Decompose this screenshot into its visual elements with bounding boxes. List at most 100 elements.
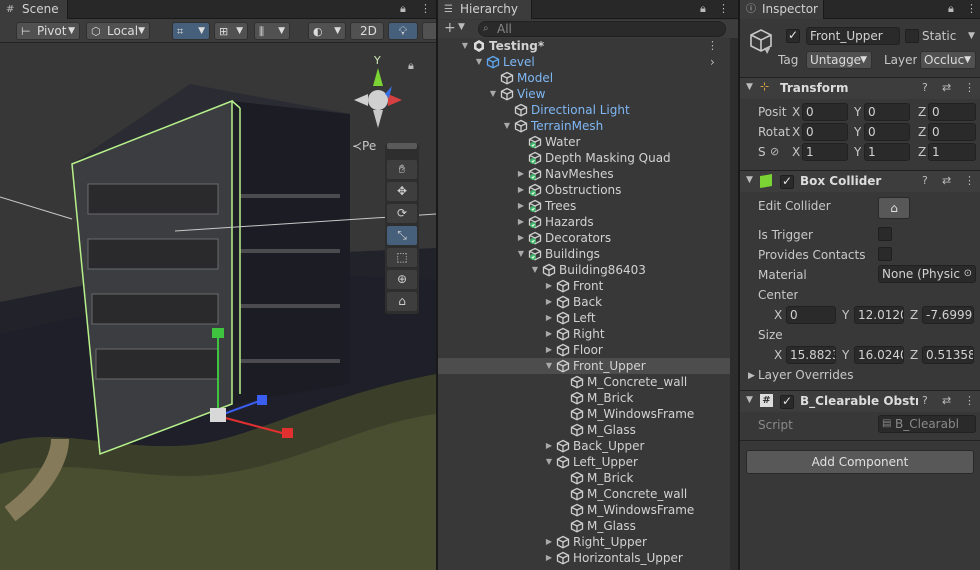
caret-right-icon[interactable]: ▶ <box>544 326 554 342</box>
hierarchy-item[interactable]: Depth Masking Quad <box>438 150 738 166</box>
edit-collider-button[interactable]: ⌂ <box>878 197 910 219</box>
increment-snap-button[interactable]: ⊞ ▼ <box>214 22 248 40</box>
hierarchy-item[interactable]: ▶ Horizontals_Upper <box>438 550 738 566</box>
inspector-tab[interactable]: ⓘ Inspector <box>740 0 824 19</box>
hierarchy-item[interactable]: ▼ Front_Upper <box>438 358 738 374</box>
size_vals-x-field[interactable]: 15.8823 <box>786 346 836 364</box>
add-component-button[interactable]: Add Component <box>746 450 974 474</box>
hierarchy-item[interactable]: M_WindowsFrame <box>438 502 738 518</box>
custom-tool-icon[interactable]: ⌂ <box>387 292 417 311</box>
hierarchy-item[interactable]: ▼ Testing* ⋮ <box>438 38 738 54</box>
more-icon[interactable]: ⋮ <box>718 2 729 15</box>
hierarchy-item[interactable]: M_Brick <box>438 470 738 486</box>
layer-overrides-label[interactable]: Layer Overrides <box>758 368 853 382</box>
transform-pos-x-field[interactable]: 0 <box>802 103 848 121</box>
size_vals-z-field[interactable]: 0.51358 <box>922 346 974 364</box>
overlay-handle[interactable] <box>387 143 417 149</box>
draw-mode-dropdown[interactable]: ◐ ▼ <box>308 22 346 40</box>
hierarchy-item[interactable]: M_WindowsFrame <box>438 406 738 422</box>
hand-tool-icon[interactable]: ✋︎ <box>387 160 417 179</box>
static-checkbox[interactable] <box>905 29 919 43</box>
center_vals-z-field[interactable]: -7.6999 <box>922 306 974 324</box>
hierarchy-item[interactable]: ▶ Back_Upper <box>438 438 738 454</box>
caret-down-icon[interactable]: ▼ <box>544 454 554 470</box>
help-icon[interactable]: ? <box>922 81 928 94</box>
material-field[interactable]: None (Physic ⊙ <box>878 265 976 283</box>
hierarchy-item[interactable]: ▶ Trees <box>438 198 738 214</box>
caret-right-icon[interactable]: ▶ <box>544 550 554 566</box>
hierarchy-search-input[interactable]: ⌕ All <box>478 21 726 37</box>
object-picker-icon[interactable]: ⊙ <box>964 266 972 282</box>
caret-down-icon[interactable]: ▼ <box>968 31 975 41</box>
caret-right-icon[interactable]: ▶ <box>544 278 554 294</box>
rect-tool-icon[interactable]: ⬚ <box>387 248 417 267</box>
caret-right-icon[interactable]: ▶ <box>516 166 526 182</box>
hierarchy-item[interactable]: Directional Light <box>438 102 738 118</box>
caret-down-icon[interactable]: ▼ <box>460 38 470 54</box>
audio-toggle[interactable] <box>422 22 436 40</box>
orientation-lock-icon[interactable]: 🔒︎ <box>408 59 414 73</box>
hierarchy-item[interactable]: ▶ NavMeshes <box>438 166 738 182</box>
is-trigger-checkbox[interactable] <box>878 227 892 241</box>
hierarchy-item[interactable]: M_Concrete_wall <box>438 486 738 502</box>
hierarchy-scrollbar[interactable] <box>730 38 738 570</box>
transform-scale-x-field[interactable]: 1 <box>802 143 848 161</box>
help-icon[interactable]: ? <box>922 394 928 407</box>
script-enabled-checkbox[interactable] <box>780 394 794 409</box>
box-collider-enabled-checkbox[interactable] <box>780 174 794 189</box>
add-icon[interactable]: + <box>444 20 456 36</box>
transform-header[interactable]: ▼ ⊹ Transform ? ⇄ ⋮ <box>740 77 980 99</box>
tag-dropdown[interactable]: Untagge ▼ <box>806 51 872 69</box>
hierarchy-item[interactable]: ▼ Level <box>438 54 738 70</box>
caret-down-icon[interactable]: ▼ <box>502 118 512 134</box>
hierarchy-item[interactable]: ▼ Buildings <box>438 246 738 262</box>
preset-icon[interactable]: ⇄ <box>942 81 951 94</box>
more-icon[interactable]: ⋮ <box>964 174 975 187</box>
more-icon[interactable]: ⋮ <box>707 38 718 54</box>
hierarchy-item[interactable]: M_Brick <box>438 390 738 406</box>
caret-right-icon[interactable]: ▶ <box>516 182 526 198</box>
move-tool-icon[interactable]: ✥ <box>387 182 417 201</box>
caret-down-icon[interactable]: ▼ <box>458 22 465 32</box>
provides-contacts-checkbox[interactable] <box>878 247 892 261</box>
caret-right-icon[interactable]: ▶ <box>748 371 755 381</box>
hierarchy-item[interactable]: Water <box>438 134 738 150</box>
preset-icon[interactable]: ⇄ <box>942 394 951 407</box>
center_vals-x-field[interactable]: 0 <box>786 306 836 324</box>
hierarchy-item[interactable]: ▶ Hazards <box>438 214 738 230</box>
pivot-dropdown[interactable]: ⊢ Pivot ▼ <box>16 22 80 40</box>
scene-viewport[interactable]: Y ≺Pe 🔒︎ ✋︎ ✥ ⟳ ⤡ ⬚ ⊕ ⌂ <box>0 44 436 570</box>
box-collider-header[interactable]: ▼ Box Collider ? ⇄ ⋮ <box>740 170 980 192</box>
caret-right-icon[interactable]: ▶ <box>544 534 554 550</box>
active-checkbox[interactable] <box>786 28 800 43</box>
local-dropdown[interactable]: ⬡ Local ▼ <box>86 22 150 40</box>
more-icon[interactable]: ⋮ <box>966 2 977 15</box>
transform-scale-y-field[interactable]: 1 <box>864 143 910 161</box>
hierarchy-item[interactable]: ▼ Left_Upper <box>438 454 738 470</box>
transform-tool-icon[interactable]: ⊕ <box>387 270 417 289</box>
caret-right-icon[interactable]: ▶ <box>544 342 554 358</box>
center_vals-y-field[interactable]: 12.0120 <box>854 306 904 324</box>
caret-right-icon[interactable]: ▶ <box>544 310 554 326</box>
hierarchy-item[interactable]: ▼ TerrainMesh <box>438 118 738 134</box>
script-component-header[interactable]: ▼ # B_Clearable Obstruc ? ⇄ ⋮ <box>740 390 980 412</box>
transform-scale-z-field[interactable]: 1 <box>928 143 976 161</box>
lighting-toggle[interactable]: 💡︎ <box>388 22 418 40</box>
caret-right-icon[interactable]: ▶ <box>544 294 554 310</box>
scene-tab[interactable]: # Scene <box>0 0 68 19</box>
hierarchy-item[interactable]: ▼ View <box>438 86 738 102</box>
hierarchy-item[interactable]: ▶ Floor <box>438 342 738 358</box>
hierarchy-tab[interactable]: ☰ Hierarchy <box>438 0 532 19</box>
hierarchy-item[interactable]: ▶ Right_Upper <box>438 534 738 550</box>
caret-right-icon[interactable]: ▶ <box>544 438 554 454</box>
transform-rot-z-field[interactable]: 0 <box>928 123 976 141</box>
transform-pos-z-field[interactable]: 0 <box>928 103 976 121</box>
hierarchy-item[interactable]: ▼ Building86403 <box>438 262 738 278</box>
grid-visibility-button[interactable]: ⫼ ▼ <box>254 22 290 40</box>
caret-down-icon[interactable]: ▼ <box>516 246 526 262</box>
caret-down-icon[interactable]: ▼ <box>764 46 770 55</box>
name-field[interactable]: Front_Upper <box>806 27 900 45</box>
grid-snap-button[interactable]: ⌗ ▼ <box>172 22 210 40</box>
transform-pos-y-field[interactable]: 0 <box>864 103 910 121</box>
lock-icon[interactable]: 🔒︎ <box>400 2 406 16</box>
